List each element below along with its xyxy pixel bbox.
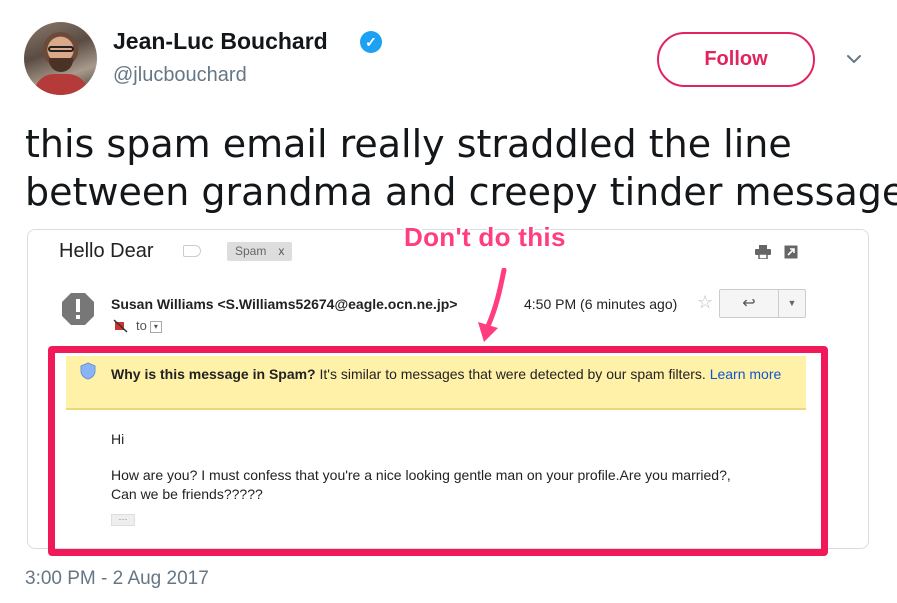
- follow-button[interactable]: Follow: [657, 32, 815, 87]
- sender-address: Susan Williams <S.Williams52674@eagle.oc…: [111, 296, 458, 312]
- warning-icon: [62, 293, 94, 325]
- tweet-line-1: this spam email really straddled the lin…: [25, 122, 792, 166]
- email-subject: Hello Dear: [59, 240, 154, 262]
- author-name[interactable]: Jean-Luc Bouchard: [113, 28, 328, 55]
- label-arrow-icon: [183, 245, 201, 257]
- avatar-glasses: [48, 46, 74, 52]
- annotation-arrow-icon: [478, 268, 507, 342]
- tweet-timestamp[interactable]: 3:00 PM - 2 Aug 2017: [25, 568, 209, 590]
- tweet-line-2: between grandma and creepy tinder messag…: [25, 170, 897, 214]
- email-time: 4:50 PM (6 minutes ago): [524, 296, 678, 312]
- to-label: to: [136, 318, 147, 333]
- new-window-icon: [784, 245, 798, 259]
- recipient-details-icon[interactable]: ▾: [149, 320, 162, 333]
- spam-label-text: Spam: [235, 244, 267, 258]
- spam-label-close: x: [278, 244, 285, 258]
- spam-label: Spam x: [227, 242, 293, 261]
- verified-badge-icon: ✓: [360, 31, 382, 53]
- highlight-box: [48, 346, 828, 556]
- author-handle[interactable]: @jlucbouchard: [113, 64, 247, 87]
- avatar-shirt: [34, 74, 88, 95]
- tweet-text: this spam email really straddled the lin…: [25, 120, 897, 216]
- mute-icon: [113, 319, 128, 333]
- more-options-button[interactable]: ▼: [779, 289, 806, 318]
- author-avatar[interactable]: [24, 22, 97, 95]
- annotation-text: Don't do this: [404, 222, 566, 252]
- recipient-row: to ▾: [136, 318, 162, 333]
- reply-button[interactable]: ↩: [719, 289, 779, 318]
- chevron-down-icon[interactable]: [845, 50, 863, 68]
- avatar-beard: [49, 58, 73, 72]
- star-icon[interactable]: ☆: [697, 292, 713, 313]
- print-icon: [755, 245, 771, 259]
